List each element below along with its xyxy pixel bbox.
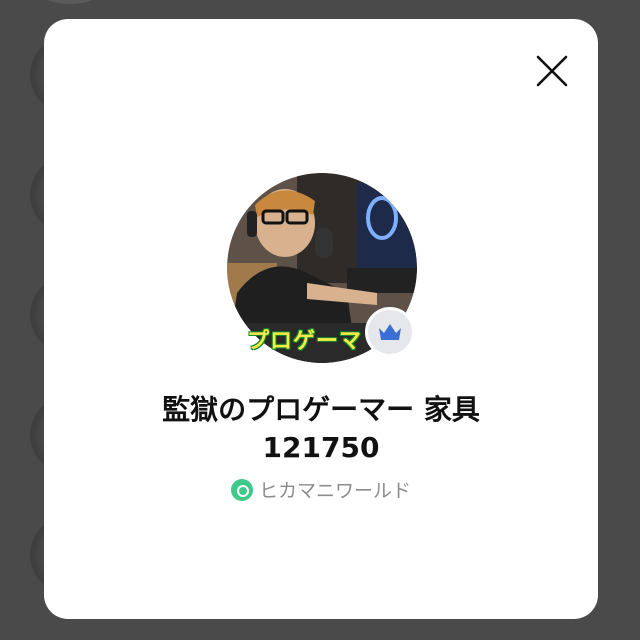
profile-modal: プロゲーマ 監獄のプロゲーマー 家具 121750 ヒカマニワールド bbox=[44, 19, 598, 619]
background-avatar bbox=[40, 0, 100, 4]
close-button[interactable] bbox=[534, 53, 570, 89]
profile-avatar: プロゲーマ bbox=[227, 173, 417, 363]
community-name: ヒカマニワールド bbox=[258, 480, 411, 502]
community-icon bbox=[230, 479, 253, 501]
community-link[interactable]: ヒカマニワールド bbox=[44, 477, 598, 505]
profile-name: 監獄のプロゲーマー 家具 bbox=[162, 393, 480, 426]
avatar-overlay-text: プロゲーマ bbox=[247, 329, 363, 354]
admin-badge bbox=[365, 307, 415, 357]
close-icon[interactable] bbox=[534, 53, 570, 89]
crown-icon bbox=[379, 324, 401, 340]
profile-id: 121750 bbox=[262, 431, 380, 464]
